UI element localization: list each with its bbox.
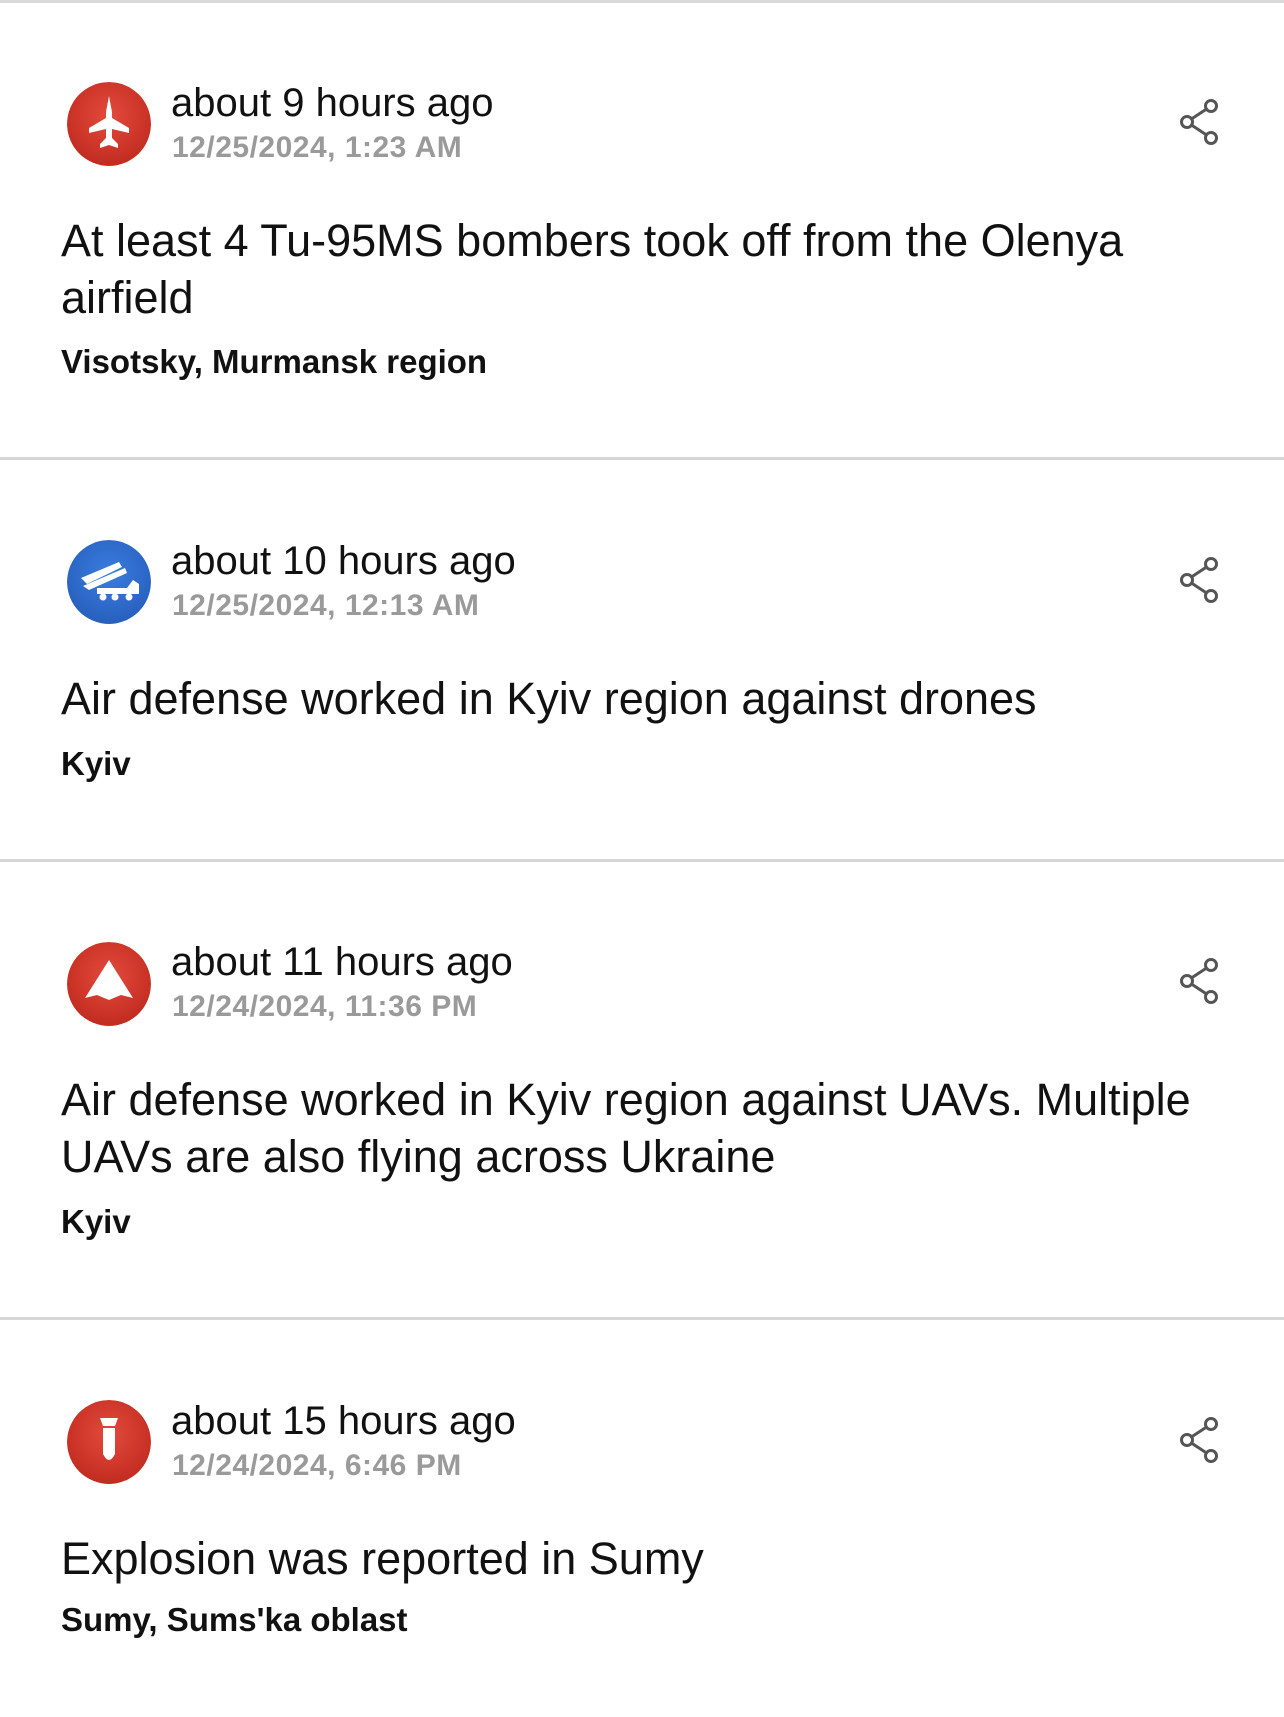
relative-time: about 15 hours ago (171, 1399, 516, 1443)
missile-launcher-icon (67, 540, 151, 624)
event-message: Air defense worked in Kyiv region agains… (61, 673, 1037, 724)
event-timestamp: 12/24/2024, 6:46 PM (172, 1449, 462, 1482)
event-location: Visotsky, Murmansk region (61, 343, 488, 380)
event-card[interactable]: about 9 hours ago 12/25/2024, 1:23 AM At… (0, 0, 1284, 460)
event-timestamp: 12/25/2024, 1:23 AM (172, 131, 463, 164)
share-icon[interactable] (1178, 97, 1222, 147)
event-card[interactable]: about 10 hours ago 12/25/2024, 12:13 AM … (0, 460, 1284, 862)
relative-time: about 10 hours ago (171, 539, 516, 583)
event-timestamp: 12/25/2024, 12:13 AM (172, 589, 480, 622)
event-message: Explosion was reported in Sumy (61, 1533, 704, 1584)
jet-aircraft-icon (67, 82, 151, 166)
event-timestamp: 12/24/2024, 11:36 PM (172, 990, 478, 1023)
share-icon[interactable] (1178, 555, 1222, 605)
event-location: Sumy, Sums'ka oblast (61, 1601, 408, 1638)
event-location: Kyiv (61, 1203, 131, 1240)
event-card[interactable]: about 11 hours ago 12/24/2024, 11:36 PM … (0, 860, 1284, 1320)
relative-time: about 11 hours ago (171, 940, 513, 984)
event-message: At least 4 Tu-95MS bombers took off from… (61, 215, 1124, 323)
bomb-icon (67, 1400, 151, 1484)
drone-icon (67, 942, 151, 1026)
event-message: Air defense worked in Kyiv region agains… (61, 1074, 1191, 1182)
relative-time: about 9 hours ago (171, 81, 494, 125)
share-icon[interactable] (1178, 1415, 1222, 1465)
event-card[interactable]: about 15 hours ago 12/24/2024, 6:46 PM E… (0, 1320, 1284, 1717)
event-location: Kyiv (61, 745, 131, 782)
event-feed: about 9 hours ago 12/25/2024, 1:23 AM At… (0, 0, 1284, 1717)
share-icon[interactable] (1178, 956, 1222, 1006)
